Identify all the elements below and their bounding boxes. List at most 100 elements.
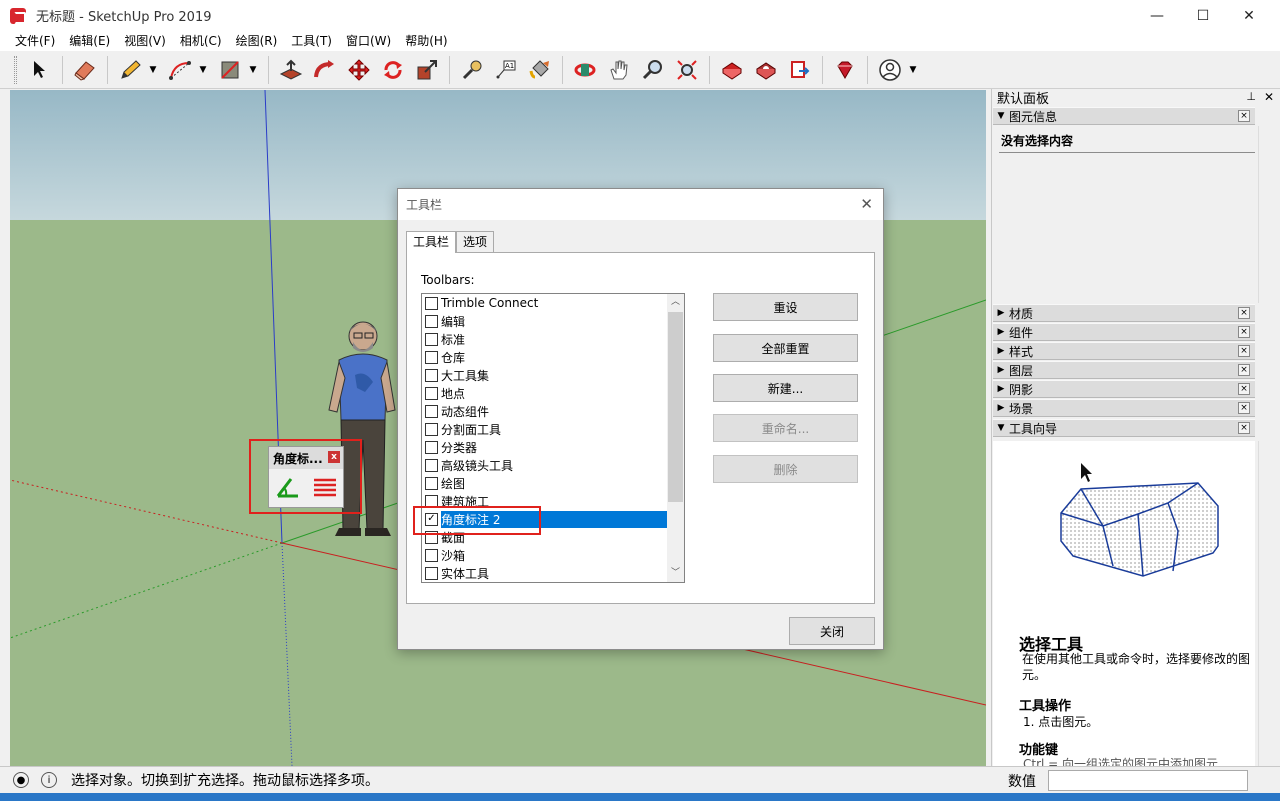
menu-window[interactable]: 窗口(W) [339, 31, 398, 51]
checkbox[interactable] [425, 404, 438, 418]
checkbox[interactable] [425, 386, 438, 400]
menu-camera[interactable]: 相机(C) [173, 31, 229, 51]
toolbars-listbox[interactable]: Trimble Connect 编辑 标准 仓库 大工具集 地点 动态组件 分割面工具 分类器高… [421, 293, 685, 583]
arc-icon[interactable] [165, 55, 195, 85]
delete-button[interactable]: 删除 [713, 455, 858, 483]
menu-help[interactable]: 帮助(H) [398, 31, 454, 51]
chevron-up-icon[interactable]: ︿ [667, 294, 684, 311]
toolbar-list-item[interactable]: 分类器 [422, 438, 667, 456]
chevron-down-icon[interactable]: ▼ [907, 65, 919, 75]
toolbar-list-item[interactable]: 实体工具 [422, 564, 667, 582]
rotate-icon[interactable] [378, 55, 408, 85]
close-icon[interactable]: × [1238, 383, 1250, 395]
tray-panel-header[interactable]: ▶ 阴影 × [993, 380, 1255, 398]
ruby-icon[interactable] [830, 55, 860, 85]
toolbar-list-item[interactable]: 标准 [422, 330, 667, 348]
menu-edit[interactable]: 编辑(E) [62, 31, 117, 51]
close-window-button[interactable]: ✕ [1226, 0, 1272, 31]
toolbar-list-item[interactable]: 地点 [422, 384, 667, 402]
zoom-icon[interactable] [638, 55, 668, 85]
toolbar-list-item[interactable]: 动态组件 [422, 402, 667, 420]
checkbox[interactable] [425, 440, 438, 454]
close-icon[interactable]: × [1238, 110, 1250, 122]
toolbar-list-item[interactable]: 大工具集 [422, 366, 667, 384]
close-icon[interactable]: × [1238, 402, 1250, 414]
pan-icon[interactable] [604, 55, 634, 85]
tray-panel-header[interactable]: ▶ 组件 × [993, 323, 1255, 341]
account-icon[interactable] [875, 55, 905, 85]
tray-panel-header[interactable]: ▶ 样式 × [993, 342, 1255, 360]
send-to-layout-icon[interactable] [785, 55, 815, 85]
pencil-icon[interactable] [115, 55, 145, 85]
follow-me-icon[interactable] [310, 55, 340, 85]
extension-icon[interactable] [751, 55, 781, 85]
chevron-down-icon[interactable]: ﹀ [667, 565, 684, 582]
scale-icon[interactable] [412, 55, 442, 85]
panel-instructor[interactable]: ▼ 工具向导 × [993, 419, 1255, 437]
scrollbar-thumb[interactable] [668, 312, 683, 502]
close-icon[interactable]: × [1238, 326, 1250, 338]
panel-entity-info[interactable]: ▼ 图元信息 × [993, 107, 1255, 125]
toolbar-list-item[interactable]: 分割面工具 [422, 420, 667, 438]
checkbox[interactable] [425, 314, 438, 328]
close-icon[interactable]: × [1238, 345, 1250, 357]
list-scrollbar[interactable]: ︿ ﹀ [667, 294, 684, 582]
rename-button[interactable]: 重命名... [713, 414, 858, 442]
menu-tools[interactable]: 工具(T) [284, 31, 339, 51]
toolbar-list-item[interactable]: 仓库 [422, 348, 667, 366]
toolbar-list-item[interactable]: 绘图 [422, 474, 667, 492]
minimize-button[interactable]: — [1134, 0, 1180, 31]
dialog-close-button[interactable]: 关闭 [789, 617, 875, 645]
tab-options[interactable]: 选项 [456, 231, 495, 252]
close-icon[interactable]: ✕ [860, 195, 873, 213]
shape-icon[interactable] [215, 55, 245, 85]
zoom-extents-icon[interactable] [672, 55, 702, 85]
tray-panel-header[interactable]: ▶ 场景 × [993, 399, 1255, 417]
toolbar-list-item[interactable]: 高级镜头工具 [422, 456, 667, 474]
checkbox[interactable] [425, 548, 438, 562]
pin-icon[interactable]: ⊥ [1246, 90, 1256, 103]
close-icon[interactable]: × [1238, 422, 1250, 434]
geo-location-icon[interactable]: ● [13, 772, 29, 788]
toolbar-grip[interactable] [14, 55, 17, 84]
checkbox[interactable] [425, 458, 438, 472]
new-button[interactable]: 新建... [713, 374, 858, 402]
tray-title-bar[interactable]: 默认面板 ⊥ ✕ [992, 89, 1280, 107]
select-icon[interactable] [25, 55, 55, 85]
toolbar-list-item[interactable]: 编辑 [422, 312, 667, 330]
tray-scrollbar[interactable] [1258, 126, 1275, 303]
checkbox[interactable] [425, 566, 438, 580]
info-icon[interactable]: i [41, 772, 57, 788]
toolbar-list-item[interactable]: 沙箱 [422, 546, 667, 564]
paint-bucket-icon[interactable] [525, 55, 555, 85]
eraser-icon[interactable] [70, 55, 100, 85]
text-icon[interactable]: A1 [491, 55, 521, 85]
dialog-title-bar[interactable]: 工具栏 ✕ [398, 189, 883, 220]
checkbox[interactable] [425, 296, 438, 310]
tray-panel-header[interactable]: ▶ 图层 × [993, 361, 1255, 379]
checkbox[interactable] [425, 368, 438, 382]
close-icon[interactable]: × [1238, 307, 1250, 319]
chevron-down-icon[interactable]: ▼ [197, 65, 209, 75]
menu-view[interactable]: 视图(V) [117, 31, 173, 51]
checkbox[interactable] [425, 476, 438, 490]
measurements-input[interactable] [1048, 770, 1248, 791]
tab-toolbars[interactable]: 工具栏 [406, 231, 457, 253]
maximize-button[interactable]: ☐ [1180, 0, 1226, 31]
instructor-scrollbar[interactable] [1258, 441, 1275, 766]
menu-file[interactable]: 文件(F) [8, 31, 62, 51]
orbit-icon[interactable] [570, 55, 600, 85]
toolbar-list-item[interactable]: Trimble Connect [422, 294, 667, 312]
reset-button[interactable]: 重设 [713, 293, 858, 321]
move-icon[interactable] [344, 55, 374, 85]
checkbox[interactable] [425, 332, 438, 346]
push-pull-icon[interactable] [276, 55, 306, 85]
checkbox[interactable] [425, 422, 438, 436]
chevron-down-icon[interactable]: ▼ [147, 65, 159, 75]
tray-panel-header[interactable]: ▶ 材质 × [993, 304, 1255, 322]
close-icon[interactable]: ✕ [1264, 90, 1274, 104]
chevron-down-icon[interactable]: ▼ [247, 65, 259, 75]
menu-draw[interactable]: 绘图(R) [229, 31, 285, 51]
close-icon[interactable]: × [1238, 364, 1250, 376]
checkbox[interactable] [425, 350, 438, 364]
